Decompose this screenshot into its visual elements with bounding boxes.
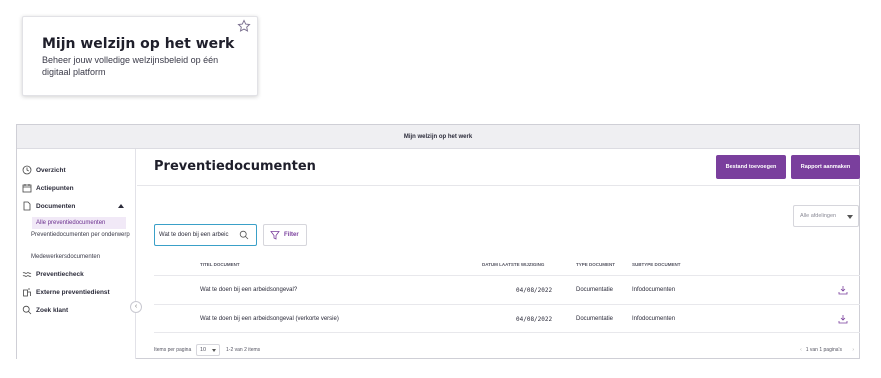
filter-button[interactable]: Filter — [263, 224, 307, 246]
sidebar-item-label: Preventiecheck — [36, 270, 84, 278]
cell-title: Wat te doen bij een arbeidsongeval (verk… — [200, 316, 339, 322]
chevron-right-icon[interactable]: › — [852, 347, 854, 353]
search-input[interactable]: Wat te doen bij een arbeic — [154, 224, 257, 246]
items-per-page-select[interactable]: 10 — [196, 344, 220, 356]
items-range: 1-2 van 2 items — [226, 347, 261, 353]
wave-icon — [22, 272, 32, 277]
sidebar-item-label: Actiepunten — [36, 184, 74, 192]
cell-title: Wat te doen bij een arbeidsongeval? — [200, 287, 298, 293]
sidebar: Overzicht Actiepunten Documenten Alle pr… — [17, 149, 136, 359]
sidebar-item-label: Externe preventiedienst — [36, 288, 110, 296]
table-header: TITEL DOCUMENT DATUM LAATSTE WIJZIGING T… — [154, 255, 860, 275]
table-footer: Items per pagina 10 1-2 van 2 items ‹ 1 v… — [154, 344, 860, 359]
column-header-subtype[interactable]: SUBTYPE DOCUMENT — [632, 262, 681, 267]
clock-icon — [22, 165, 32, 175]
card-title: Mijn welzijn op het werk — [42, 36, 235, 52]
app-window: Mijn welzijn op het werk Overzicht Actie… — [16, 124, 860, 359]
document-icon — [23, 201, 31, 211]
search-icon — [22, 305, 32, 315]
sidebar-item-actiepunten[interactable]: Actiepunten — [22, 183, 74, 193]
card-subtitle: Beheer jouw volledige welzijnsbeleid op … — [42, 55, 219, 77]
cell-type: Documentatie — [576, 287, 614, 293]
cell-subtype: Infodocumenten — [632, 287, 676, 293]
divider — [137, 185, 860, 186]
column-header-type[interactable]: TYPE DOCUMENT — [576, 262, 615, 267]
create-report-button[interactable]: Rapport aanmaken — [791, 155, 860, 179]
window-title: Mijn welzijn op het werk — [17, 125, 859, 149]
sidebar-item-zoek-klant[interactable]: Zoek klant — [22, 305, 68, 315]
sidebar-item-externe-preventiedienst[interactable]: Externe preventiedienst — [22, 287, 110, 297]
sidebar-item-documenten[interactable]: Documenten — [22, 201, 132, 211]
column-header-title[interactable]: TITEL DOCUMENT — [200, 262, 240, 267]
department-select-value: Alle afdelingen — [800, 213, 837, 219]
search-icon[interactable] — [239, 230, 249, 240]
chevron-left-icon[interactable]: ‹ — [800, 347, 802, 353]
sidebar-subitem-per-onderwerp[interactable]: Preventiedocumenten per onderwerp — [31, 231, 131, 239]
items-per-page-label: Items per pagina — [154, 347, 192, 353]
search-input-value: Wat te doen bij een arbeic — [159, 232, 229, 238]
items-per-page-value: 10 — [200, 347, 207, 353]
chevron-down-icon — [847, 215, 853, 219]
pagination-label: 1 van 1 pagina's — [805, 347, 842, 353]
sidebar-item-preventiecheck[interactable]: Preventiecheck — [22, 269, 84, 279]
chevron-up-icon[interactable] — [118, 204, 124, 208]
page-title: Preventiedocumenten — [154, 159, 316, 174]
filter-icon — [270, 231, 280, 240]
pagination-status: ‹ 1 van 1 pagina's — [800, 347, 842, 353]
download-icon[interactable] — [838, 285, 848, 295]
table-row[interactable]: Wat te doen bij een arbeidsongeval? 04/0… — [154, 275, 860, 304]
sidebar-item-overzicht[interactable]: Overzicht — [22, 165, 66, 175]
main-content: Preventiedocumenten Bestand toevoegen Ra… — [137, 149, 860, 359]
sidebar-item-label: Overzicht — [36, 166, 66, 174]
star-icon[interactable] — [237, 19, 251, 33]
add-file-button[interactable]: Bestand toevoegen — [716, 155, 786, 179]
sidebar-subitem-medewerkersdocumenten[interactable]: Medewerkersdocumenten — [31, 253, 100, 261]
cell-type: Documentatie — [576, 316, 614, 322]
cell-subtype: Infodocumenten — [632, 316, 676, 322]
chevron-down-icon — [212, 349, 216, 352]
sidebar-item-label: Documenten — [36, 202, 76, 210]
calendar-icon — [22, 184, 32, 193]
filter-label: Filter — [284, 232, 299, 238]
sidebar-subitem-alle-preventiedocumenten[interactable]: Alle preventiedocumenten — [32, 217, 126, 229]
cell-date: 04/08/2022 — [516, 316, 553, 323]
sidebar-item-label: Zoek klant — [36, 306, 69, 314]
download-icon[interactable] — [838, 314, 848, 324]
cell-date: 04/08/2022 — [516, 287, 553, 294]
featured-card[interactable]: Mijn welzijn op het werk Beheer jouw vol… — [22, 16, 258, 96]
department-select[interactable]: Alle afdelingen — [793, 205, 859, 227]
building-icon — [23, 288, 31, 297]
column-header-date[interactable]: DATUM LAATSTE WIJZIGING — [482, 262, 544, 267]
table-row[interactable]: Wat te doen bij een arbeidsongeval (verk… — [154, 304, 860, 333]
